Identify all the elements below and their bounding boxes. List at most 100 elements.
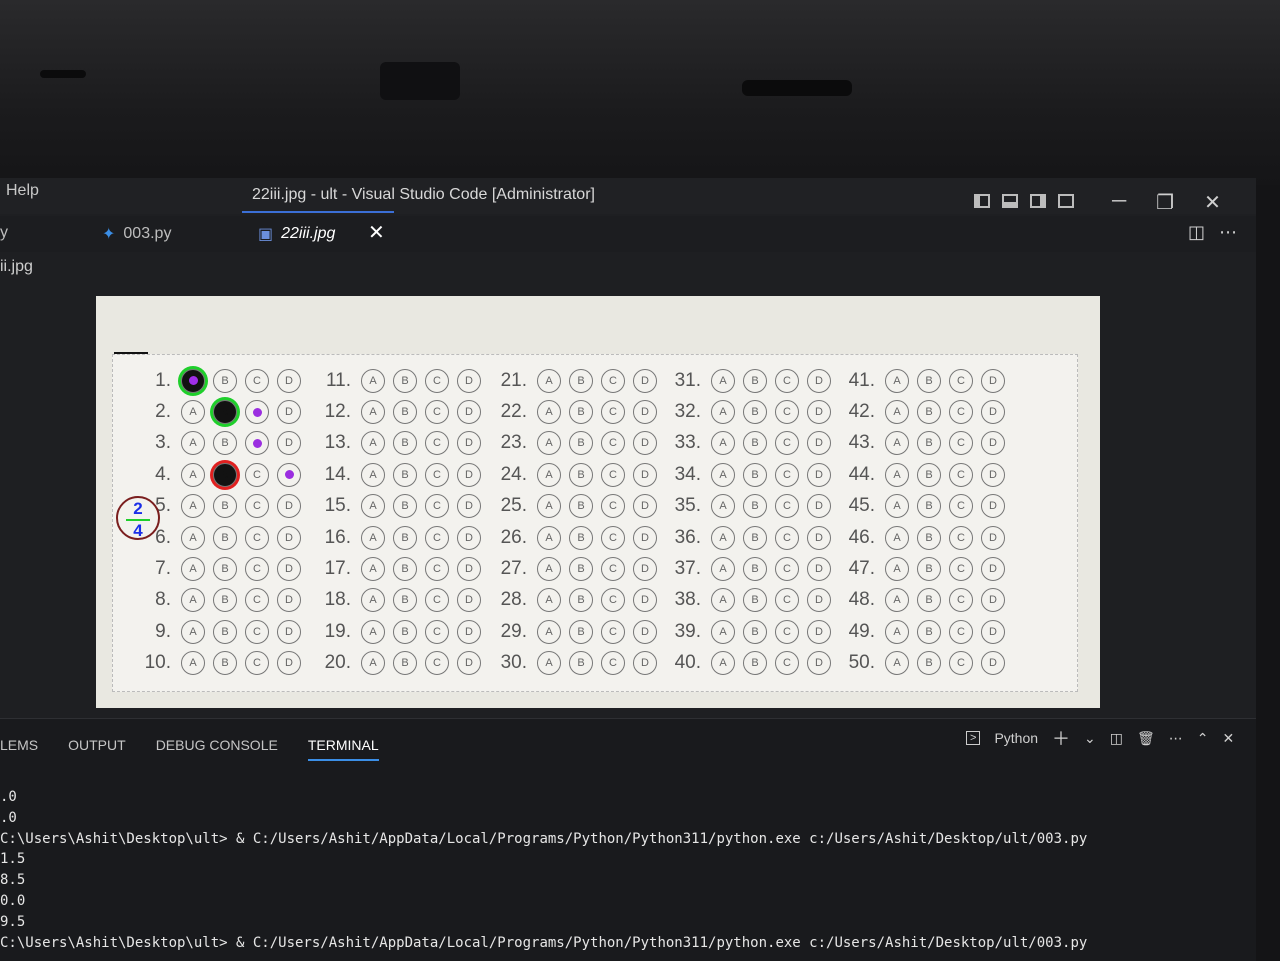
answer-bubble: B [393, 431, 417, 456]
question-number: 22. [500, 401, 527, 423]
answer-bubble: B [569, 525, 593, 550]
answer-bubble: B [393, 557, 417, 582]
answer-bubble [277, 462, 301, 487]
answer-bubble: B [213, 557, 237, 582]
menu-help[interactable]: Help [6, 182, 39, 200]
answer-bubble: D [981, 588, 1005, 613]
question-number: 41. [848, 369, 875, 391]
answer-bubble: D [633, 619, 657, 644]
toggle-sidebar-icon[interactable] [974, 194, 990, 208]
answer-bubble: B [743, 494, 767, 519]
answer-bubble: B [743, 400, 767, 425]
answer-bubble: A [711, 494, 735, 519]
split-editor-icon[interactable]: ◫ [1188, 222, 1205, 243]
toggle-secondary-sidebar-icon[interactable] [1030, 194, 1046, 208]
answer-bubble: D [807, 619, 831, 644]
tab-003-py[interactable]: ✦ 003.py [102, 224, 171, 244]
question-row: 27. A B C D [487, 553, 665, 584]
answer-bubble: C [601, 651, 625, 676]
more-actions-icon[interactable]: ⋯ [1219, 222, 1237, 243]
question-number: 25. [500, 495, 527, 517]
terminal-output[interactable]: .0 .0 C:\Users\Ashit\Desktop\ult> & C:/Use… [0, 787, 1087, 953]
answer-bubble: C [601, 494, 625, 519]
answer-bubble: C [949, 431, 973, 456]
customize-layout-icon[interactable] [1058, 194, 1074, 208]
answer-bubble: A [885, 494, 909, 519]
close-icon[interactable]: ✕ [1204, 190, 1221, 215]
restore-icon[interactable]: ❐ [1156, 190, 1174, 215]
split-terminal-icon[interactable]: ◫ [1110, 730, 1123, 747]
tab-22iii-jpg[interactable]: ▣ 22iii.jpg [258, 224, 335, 244]
question-number: 21. [500, 369, 527, 391]
question-number: 46. [848, 526, 875, 548]
panel-tab-terminal[interactable]: TERMINAL [307, 737, 379, 761]
question-number: 44. [848, 463, 875, 485]
answer-bubble: B [569, 557, 593, 582]
tab-close-icon[interactable]: ✕ [368, 220, 385, 245]
answer-bubble: C [775, 462, 799, 487]
answer-bubble: A [885, 462, 909, 487]
question-row: 9. A B C D [131, 616, 309, 647]
question-number: 29. [500, 620, 527, 642]
question-number: 48. [848, 589, 875, 611]
answer-bubble: D [277, 431, 301, 456]
editor-tab-bar: y ✦ 003.py ▣ 22iii.jpg ✕ ◫ ⋯ [0, 216, 1256, 252]
answer-bubble: A [181, 557, 205, 582]
answer-bubble: D [981, 557, 1005, 582]
terminal-shell-icon: > [966, 731, 981, 745]
answer-bubble: B [743, 557, 767, 582]
answer-bubble: D [633, 494, 657, 519]
breadcrumb[interactable]: ii.jpg [0, 258, 33, 276]
answer-bubble: D [457, 525, 481, 550]
close-panel-icon[interactable]: ✕ [1223, 730, 1235, 747]
minimize-icon[interactable]: ─ [1112, 190, 1126, 215]
answer-bubble: A [885, 400, 909, 425]
question-row: 38. A B C D [661, 585, 839, 616]
answer-bubble: D [633, 431, 657, 456]
answer-bubble: D [457, 368, 481, 393]
question-row: 48. A B C D [835, 585, 1013, 616]
answer-bubble: D [807, 525, 831, 550]
answer-bubble: C [425, 557, 449, 582]
answer-bubble: A [181, 525, 205, 550]
laptop-bezel [0, 0, 1280, 185]
chevron-down-icon[interactable]: ⌄ [1084, 730, 1096, 747]
editor-actions: ◫ ⋯ [1188, 222, 1237, 243]
answer-bubble: C [601, 400, 625, 425]
answer-bubble: C [775, 651, 799, 676]
answer-bubble: D [807, 588, 831, 613]
answer-bubble: D [981, 368, 1005, 393]
answer-bubble: A [361, 462, 385, 487]
question-column: 11. A B C D 12. A B C D 13. A B C D 14. A B C D 15. A B C D 16. A B… [311, 365, 489, 679]
question-row: 41. A B C D [835, 365, 1013, 396]
trash-icon[interactable]: 🗑 [1137, 730, 1155, 747]
question-row: 32. A B C D [661, 396, 839, 427]
more-actions-icon[interactable]: ⋯ [1169, 730, 1183, 747]
answer-bubble: C [425, 431, 449, 456]
panel-tab-lems[interactable]: LEMS [0, 737, 38, 761]
answer-bubble: C [949, 651, 973, 676]
answer-bubble: B [393, 619, 417, 644]
answer-bubble: A [181, 368, 205, 393]
answer-bubble: C [601, 588, 625, 613]
terminal-shell-label[interactable]: Python [994, 730, 1038, 746]
answer-bubble: A [537, 494, 561, 519]
question-row: 31. A B C D [661, 365, 839, 396]
question-number: 26. [500, 526, 527, 548]
panel-tab-output[interactable]: OUTPUT [68, 737, 126, 761]
panel-tab-debug-console[interactable]: DEBUG CONSOLE [156, 737, 278, 761]
answer-bubble: B [393, 588, 417, 613]
answer-bubble: C [949, 557, 973, 582]
answer-bubble: B [917, 368, 941, 393]
answer-bubble: C [245, 494, 269, 519]
new-terminal-icon[interactable]: ＋ [1052, 725, 1070, 751]
answer-bubble: A [885, 557, 909, 582]
question-row: 49. A B C D [835, 616, 1013, 647]
maximize-panel-icon[interactable]: ⌃ [1197, 730, 1209, 747]
tab-partial[interactable]: y [0, 224, 8, 242]
answer-bubble: C [601, 557, 625, 582]
toggle-panel-icon[interactable] [1002, 194, 1018, 208]
question-number: 38. [674, 589, 701, 611]
question-number: 37. [674, 558, 701, 580]
answer-bubble: A [181, 651, 205, 676]
